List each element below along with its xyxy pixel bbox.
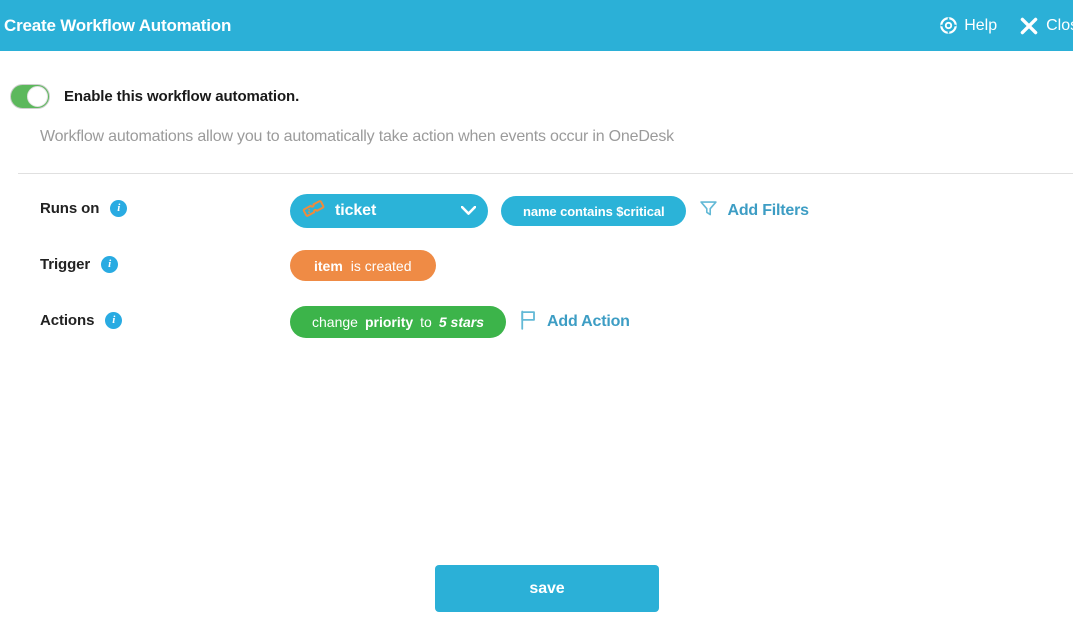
ticket-icon (302, 197, 325, 225)
add-filters-label: Add Filters (727, 202, 809, 219)
actions-row: Actions i change priority to 5 stars Add… (0, 304, 1073, 360)
toggle-knob (27, 86, 48, 107)
action-connector: to (420, 314, 432, 330)
runs-on-type-label: ticket (335, 202, 377, 219)
action-pill[interactable]: change priority to 5 stars (290, 306, 507, 338)
trigger-label-wrap: Trigger i (0, 248, 290, 273)
actions-content: change priority to 5 stars Add Action (290, 304, 630, 338)
action-value: 5 stars (438, 314, 485, 330)
enable-automation-row: Enable this workflow automation. (10, 84, 299, 109)
action-field: priority (364, 314, 414, 330)
close-x-icon (1019, 16, 1039, 36)
runs-on-content: ticket name contains $critical Add Filte… (290, 192, 809, 228)
runs-on-label: Runs on (40, 200, 100, 217)
help-button[interactable]: Help (940, 17, 997, 35)
save-button[interactable]: save (435, 565, 659, 612)
add-filters-button[interactable]: Add Filters (699, 199, 809, 223)
enable-automation-label: Enable this workflow automation. (64, 88, 300, 105)
trigger-event: is created (350, 257, 412, 274)
window-title: Create Workflow Automation (4, 15, 232, 35)
automation-form: Runs on i ticket name contains $critical… (0, 192, 1073, 360)
window-titlebar: Create Workflow Automation Help Clo (0, 0, 1073, 51)
help-label: Help (964, 16, 998, 34)
close-label: Close (1046, 16, 1073, 34)
actions-label: Actions (40, 312, 95, 329)
trigger-content: item is created (290, 248, 436, 281)
trigger-row: Trigger i item is created (0, 248, 1073, 304)
section-divider (18, 173, 1073, 174)
info-icon[interactable]: i (105, 312, 123, 329)
info-icon[interactable]: i (110, 200, 128, 217)
titlebar-actions: Help Close (940, 0, 1073, 51)
add-action-button[interactable]: Add Action (519, 310, 630, 335)
info-icon[interactable]: i (101, 256, 119, 273)
trigger-subject: item (314, 257, 343, 274)
filter-pill[interactable]: name contains $critical (501, 196, 687, 226)
close-button[interactable]: Close (1019, 16, 1073, 36)
description-text: Workflow automations allow you to automa… (40, 128, 674, 145)
trigger-label: Trigger (40, 256, 91, 273)
filter-funnel-icon (699, 199, 718, 223)
add-action-label: Add Action (547, 313, 630, 330)
lifebuoy-icon (940, 17, 958, 34)
trigger-pill[interactable]: item is created (290, 250, 436, 281)
chevron-down-icon (460, 202, 477, 220)
enable-automation-toggle[interactable] (10, 84, 50, 109)
runs-on-type-dropdown[interactable]: ticket (290, 194, 488, 228)
flag-icon (519, 310, 538, 335)
runs-on-row: Runs on i ticket name contains $critical… (0, 192, 1073, 248)
actions-label-wrap: Actions i (0, 304, 290, 329)
runs-on-label-wrap: Runs on i (0, 192, 290, 217)
action-verb: change (312, 314, 358, 330)
